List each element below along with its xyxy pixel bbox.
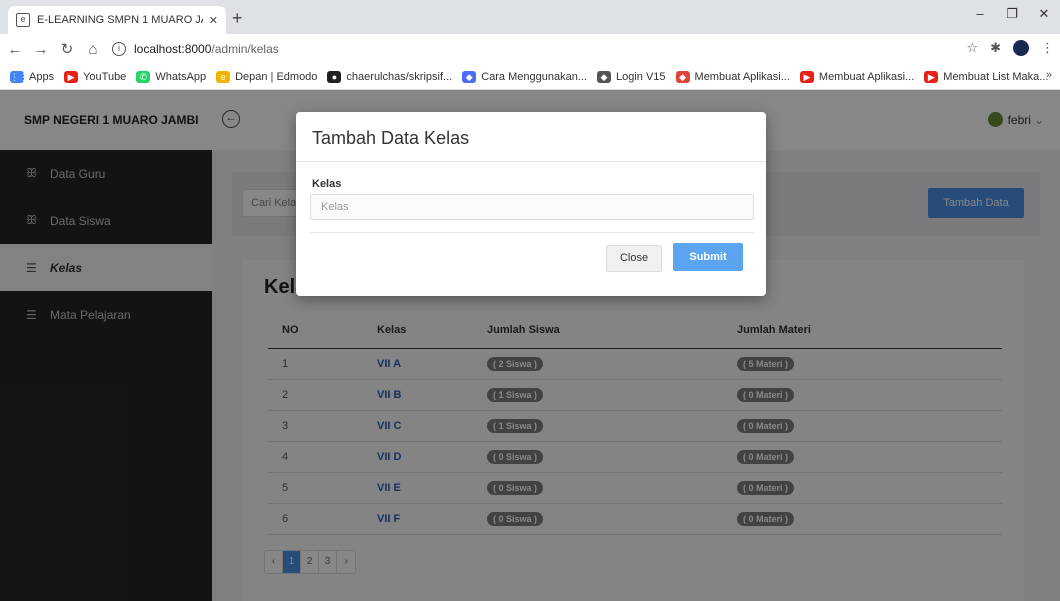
youtube-icon: ▶ — [924, 70, 939, 83]
kelas-field-label: Kelas — [312, 178, 342, 190]
bookmark-label: Membuat Aplikasi... — [818, 70, 915, 83]
youtube-icon: ▶ — [799, 70, 814, 83]
profile-avatar[interactable] — [1013, 40, 1029, 56]
apps-grid-icon: ⋮⋮ — [10, 70, 28, 83]
bookmarks-overflow-icon[interactable]: » — [1046, 69, 1052, 81]
bookmark-label: YouTube — [83, 70, 127, 83]
bookmark-item[interactable]: ● chaerulchas/skripsif... — [327, 70, 453, 83]
bookmark-label: Login V15 — [615, 70, 666, 83]
submit-button[interactable]: Submit — [673, 243, 743, 271]
add-kelas-modal: Tambah Data Kelas Kelas Kelas Close Subm… — [296, 112, 766, 296]
tab-close-icon[interactable]: ✕ — [209, 14, 218, 27]
window-controls: – ❐ ✕ — [964, 0, 1060, 34]
browser-actions: ☆ ✱ ⋮ — [966, 40, 1054, 56]
new-tab-button[interactable]: + — [232, 8, 243, 29]
url-path: /admin/kelas — [211, 42, 279, 56]
bookmark-label: Apps — [29, 70, 55, 83]
forward-icon[interactable]: → — [30, 41, 52, 58]
bookmark-item[interactable]: ◆ Login V15 — [596, 70, 666, 83]
back-icon[interactable]: ← — [4, 41, 26, 58]
bookmark-item[interactable]: ▶ Membuat Aplikasi... — [799, 70, 915, 83]
home-icon[interactable]: ⌂ — [82, 41, 104, 58]
address-bar-row: ← → ↻ ⌂ i localhost:8000 /admin/kelas ☆ … — [0, 34, 1060, 64]
extensions-icon[interactable]: ✱ — [990, 40, 1001, 56]
kelas-field[interactable]: Kelas — [310, 194, 754, 220]
url-field[interactable]: i localhost:8000 /admin/kelas — [112, 37, 992, 61]
edmodo-icon: e — [216, 70, 231, 83]
bookmark-item[interactable]: ▶ YouTube — [64, 70, 127, 83]
bookmark-label: Depan | Edmodo — [235, 70, 318, 83]
github-icon: ● — [327, 70, 342, 83]
bookmark-label: Membuat Aplikasi... — [694, 70, 790, 83]
browser-menu-icon[interactable]: ⋮ — [1041, 40, 1054, 56]
site-info-icon[interactable]: i — [112, 42, 126, 56]
bookmark-label: Cara Menggunakan... — [481, 70, 587, 83]
bookmark-icon: ◆ — [462, 70, 477, 83]
modal-footer-divider — [310, 232, 754, 233]
url-host: localhost:8000 — [134, 42, 212, 56]
tab-title: E-LEARNING SMPN 1 MUARO JA — [37, 14, 203, 26]
browser-tab[interactable]: e E-LEARNING SMPN 1 MUARO JA ✕ — [8, 6, 226, 34]
bookmark-icon: ◆ — [675, 70, 690, 83]
whatsapp-icon: ✆ — [136, 70, 151, 83]
browser-tab-bar: e E-LEARNING SMPN 1 MUARO JA ✕ + – ❐ ✕ — [0, 0, 1060, 34]
bookmark-label: Membuat List Maka... — [943, 70, 1049, 83]
bookmark-item[interactable]: ▶ Membuat List Maka... — [924, 70, 1049, 83]
youtube-icon: ▶ — [64, 70, 79, 83]
bookmark-icon: ◆ — [596, 70, 611, 83]
reload-icon[interactable]: ↻ — [56, 40, 78, 58]
modal-divider — [296, 161, 766, 162]
bookmark-star-icon[interactable]: ☆ — [966, 40, 978, 56]
bookmark-label: WhatsApp — [155, 70, 207, 83]
restore-icon[interactable]: ❐ — [996, 0, 1028, 34]
bookmark-item[interactable]: ◆ Membuat Aplikasi... — [675, 70, 790, 83]
modal-title: Tambah Data Kelas — [312, 128, 470, 148]
bookmark-item[interactable]: ◆ Cara Menggunakan... — [462, 70, 587, 83]
bookmark-label: chaerulchas/skripsif... — [346, 70, 453, 83]
close-button[interactable]: Close — [606, 245, 662, 272]
minimize-icon[interactable]: – — [964, 0, 996, 34]
page-favicon-icon: e — [16, 13, 30, 27]
bookmarks-bar: ⋮⋮ Apps ▶ YouTube ✆ WhatsApp e Depan | Edmodo ● c… — [0, 64, 1060, 90]
window-close-icon[interactable]: ✕ — [1028, 0, 1060, 34]
bookmark-item[interactable]: e Depan | Edmodo — [216, 70, 318, 83]
bookmark-item[interactable]: ✆ WhatsApp — [136, 70, 207, 83]
bookmark-item[interactable]: ⋮⋮ Apps — [10, 70, 55, 83]
